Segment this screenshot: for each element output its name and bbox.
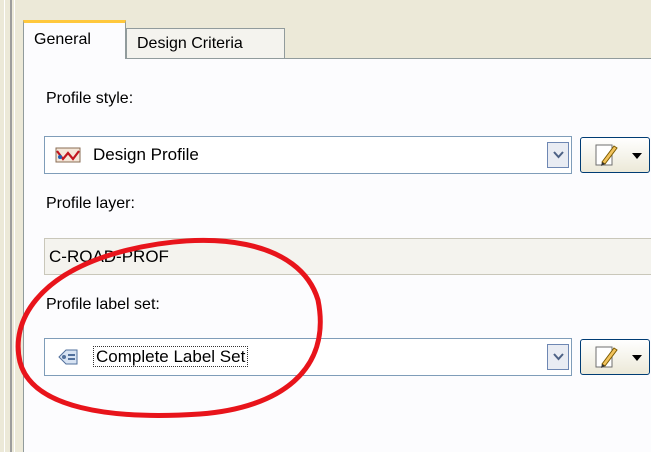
profile-label-set-edit-button[interactable]: [580, 339, 650, 375]
profile-style-edit-button[interactable]: [580, 137, 650, 173]
profile-style-label: Profile style:: [46, 90, 134, 107]
tab-general[interactable]: General: [23, 20, 126, 59]
profile-layer-label: Profile layer:: [46, 195, 135, 212]
chevron-down-icon: [553, 353, 564, 361]
dropdown-arrow-icon: [632, 355, 642, 361]
dropdown-arrow-icon: [632, 153, 642, 159]
chevron-down-icon: [553, 151, 564, 159]
profile-layer-value: C-ROAD-PROF: [49, 247, 169, 266]
pencil-icon: [593, 142, 619, 168]
profile-label-set-label: Profile label set:: [46, 296, 160, 313]
profile-style-icon: [55, 145, 81, 165]
tab-design-criteria-label: Design Criteria: [137, 35, 243, 52]
profile-properties-dialog: Design Criteria General Profile style: D…: [15, 0, 651, 452]
profile-style-dropdown-button[interactable]: [547, 142, 569, 168]
tab-general-label: General: [34, 31, 91, 48]
profile-layer-field: C-ROAD-PROF: [44, 238, 651, 275]
pencil-icon: [593, 344, 619, 370]
profile-label-set-dropdown-button[interactable]: [547, 344, 569, 370]
label-set-icon: [55, 347, 81, 367]
profile-style-value: Design Profile: [93, 145, 199, 164]
tab-design-criteria[interactable]: Design Criteria: [126, 28, 285, 58]
profile-label-set-dropdown[interactable]: Complete Label Set: [44, 338, 572, 376]
window-left-frame: [0, 0, 15, 452]
profile-label-set-value: Complete Label Set: [93, 346, 249, 367]
profile-style-dropdown[interactable]: Design Profile: [44, 136, 572, 174]
canvas: Design Criteria General Profile style: D…: [0, 0, 651, 452]
